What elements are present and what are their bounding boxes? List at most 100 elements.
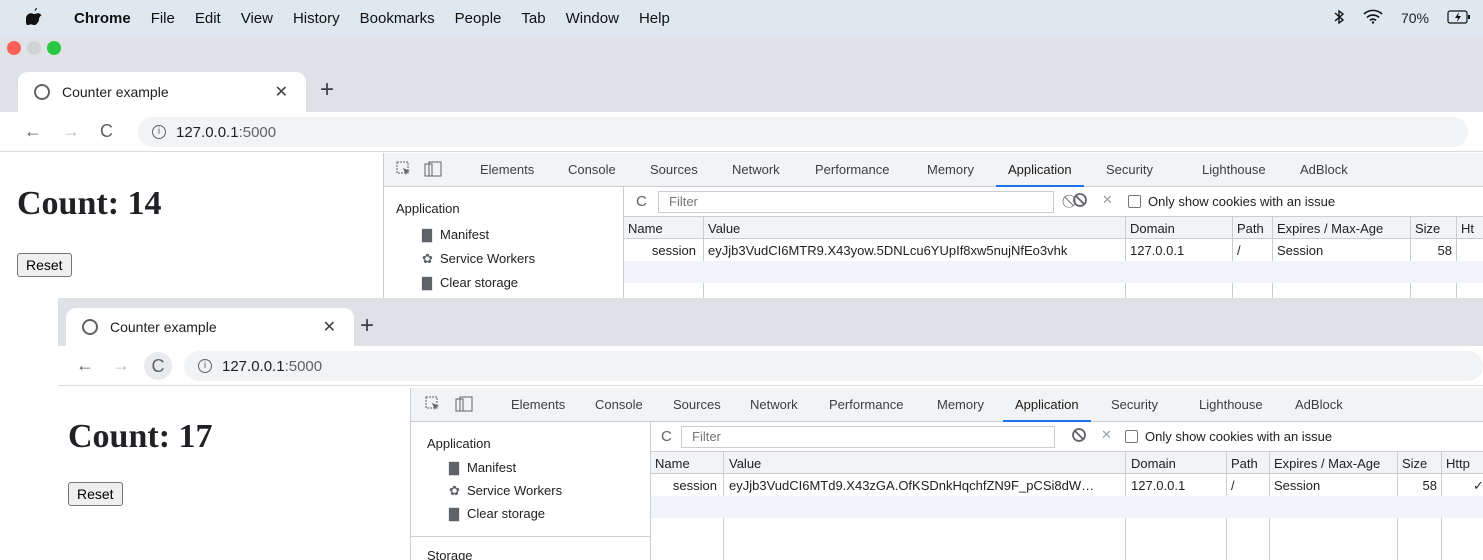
column-header-http[interactable]: Ht <box>1461 221 1483 236</box>
sidebar-section-storage: Storage <box>427 548 473 560</box>
devtools-tab-security[interactable]: Security <box>1111 388 1158 422</box>
column-header-http[interactable]: Http <box>1446 456 1483 471</box>
forward-icon[interactable]: → <box>62 121 80 142</box>
devtools-tab-lighthouse[interactable]: Lighthouse <box>1199 388 1263 422</box>
devtools-tab-console[interactable]: Console <box>568 153 616 187</box>
sidebar-item-clear-storage[interactable]: ▇ Clear storage <box>422 275 518 291</box>
devtools-tab-sources[interactable]: Sources <box>673 388 721 422</box>
sidebar-item-service-workers[interactable]: ✿ Service Workers <box>422 251 535 267</box>
apple-icon[interactable] <box>25 7 46 30</box>
reload-icon[interactable]: C <box>144 351 172 380</box>
devtools-tab-sources[interactable]: Sources <box>650 153 698 187</box>
minimize-window-button[interactable] <box>27 41 41 55</box>
info-icon[interactable]: i <box>198 359 212 373</box>
devtools-tab-console[interactable]: Console <box>595 388 643 422</box>
cookie-http-check: ✓ <box>1473 478 1483 493</box>
browser-toolbar-2: ← → C i 127.0.0.1:5000 <box>58 346 1483 386</box>
reset-button[interactable]: Reset <box>17 253 72 277</box>
menu-history[interactable]: History <box>293 10 340 27</box>
devtools-tab-security[interactable]: Security <box>1106 153 1153 187</box>
zoom-window-button[interactable] <box>47 41 61 55</box>
column-header-expires[interactable]: Expires / Max-Age <box>1274 456 1380 471</box>
column-header-value[interactable]: Value <box>729 456 761 471</box>
column-header-path[interactable]: Path <box>1237 221 1264 236</box>
devtools-tab-adblock[interactable]: AdBlock <box>1295 388 1343 422</box>
column-header-size[interactable]: Size <box>1402 456 1427 471</box>
close-tab-icon[interactable]: ✕ <box>275 82 288 102</box>
devtools-tab-network[interactable]: Network <box>750 388 798 422</box>
inspect-element-icon[interactable] <box>425 396 441 415</box>
address-bar[interactable]: i 127.0.0.1:5000 <box>138 117 1468 147</box>
close-tab-icon[interactable]: ✕ <box>323 317 336 337</box>
filter-input[interactable]: Filter <box>681 426 1055 448</box>
browser-toolbar: ← → C i 127.0.0.1:5000 <box>0 112 1483 152</box>
menu-file[interactable]: File <box>151 10 175 27</box>
inspect-element-icon[interactable] <box>396 161 412 180</box>
column-header-path[interactable]: Path <box>1231 456 1258 471</box>
close-window-button[interactable] <box>7 41 21 55</box>
menu-view[interactable]: View <box>241 10 273 27</box>
devtools-tabbar: Elements Console Sources Network Perform… <box>384 153 1483 187</box>
column-header-expires[interactable]: Expires / Max-Age <box>1277 221 1383 236</box>
sidebar-item-service-workers[interactable]: ✿ Service Workers <box>449 483 562 499</box>
back-icon[interactable]: ← <box>76 355 94 376</box>
block-icon[interactable] <box>1071 427 1087 446</box>
devtools-tab-lighthouse[interactable]: Lighthouse <box>1202 153 1266 187</box>
address-bar[interactable]: i 127.0.0.1:5000 <box>184 351 1483 381</box>
filter-input[interactable]: Filter <box>658 191 1054 213</box>
forward-icon[interactable]: → <box>112 355 130 376</box>
menu-tab[interactable]: Tab <box>521 10 545 27</box>
column-header-value[interactable]: Value <box>708 221 740 236</box>
refresh-icon[interactable]: C <box>636 193 647 210</box>
refresh-icon[interactable]: C <box>661 428 672 445</box>
block-icon[interactable] <box>1072 192 1088 211</box>
menu-edit[interactable]: Edit <box>195 10 221 27</box>
new-tab-button[interactable]: + <box>320 76 334 104</box>
column-header-name[interactable]: Name <box>628 221 663 236</box>
table-row[interactable]: session eyJjb3VudCI6MTR9.X43yow.5DNLcu6Y… <box>624 239 1483 261</box>
devtools-tab-elements[interactable]: Elements <box>480 153 534 187</box>
column-header-domain[interactable]: Domain <box>1130 221 1175 236</box>
back-icon[interactable]: ← <box>24 121 42 142</box>
delete-icon[interactable]: ✕ <box>1102 192 1113 208</box>
column-header-name[interactable]: Name <box>655 456 690 471</box>
device-toolbar-icon[interactable] <box>455 396 473 415</box>
menu-bookmarks[interactable]: Bookmarks <box>360 10 435 27</box>
menu-people[interactable]: People <box>455 10 502 27</box>
devtools-tab-performance[interactable]: Performance <box>829 388 903 422</box>
bluetooth-icon[interactable] <box>1333 9 1345 28</box>
devtools-tab-adblock[interactable]: AdBlock <box>1300 153 1348 187</box>
menu-window[interactable]: Window <box>566 10 619 27</box>
battery-charging-icon[interactable] <box>1447 9 1471 27</box>
only-issue-checkbox[interactable] <box>1125 430 1138 443</box>
wifi-icon[interactable] <box>1363 9 1383 27</box>
menu-help[interactable]: Help <box>639 10 670 27</box>
info-icon[interactable]: i <box>152 125 166 139</box>
devtools-tab-performance[interactable]: Performance <box>815 153 889 187</box>
table-row[interactable]: session eyJjb3VudCI6MTd9.X43zGA.OfKSDnkH… <box>651 474 1483 496</box>
browser-tab[interactable]: Counter example ✕ <box>18 72 306 112</box>
sidebar-title: Application <box>427 436 491 451</box>
sidebar-item-manifest[interactable]: ▇ Manifest <box>422 227 489 243</box>
devtools-tab-network[interactable]: Network <box>732 153 780 187</box>
device-toolbar-icon[interactable] <box>424 161 442 180</box>
new-tab-button[interactable]: + <box>360 312 374 340</box>
devtools-tab-application[interactable]: Application <box>1003 388 1091 422</box>
browser-tab-2[interactable]: Counter example ✕ <box>66 308 354 346</box>
cookie-domain: 127.0.0.1 <box>1130 243 1185 258</box>
column-header-domain[interactable]: Domain <box>1131 456 1176 471</box>
reset-button[interactable]: Reset <box>68 482 123 506</box>
devtools-tab-application[interactable]: Application <box>996 153 1084 187</box>
devtools-tab-memory[interactable]: Memory <box>937 388 984 422</box>
only-issue-checkbox[interactable] <box>1128 195 1141 208</box>
devtools-tab-memory[interactable]: Memory <box>927 153 974 187</box>
menu-app-chrome[interactable]: Chrome <box>74 10 131 27</box>
reload-icon[interactable]: C <box>100 121 113 142</box>
macos-menubar: Chrome File Edit View History Bookmarks … <box>0 0 1483 36</box>
devtools-tab-elements[interactable]: Elements <box>511 388 565 422</box>
column-header-size[interactable]: Size <box>1415 221 1440 236</box>
delete-icon[interactable]: ✕ <box>1101 427 1112 443</box>
sidebar-item-clear-storage[interactable]: ▇ Clear storage <box>449 506 545 522</box>
cookie-expires: Session <box>1277 243 1324 258</box>
sidebar-item-manifest[interactable]: ▇ Manifest <box>449 460 516 476</box>
